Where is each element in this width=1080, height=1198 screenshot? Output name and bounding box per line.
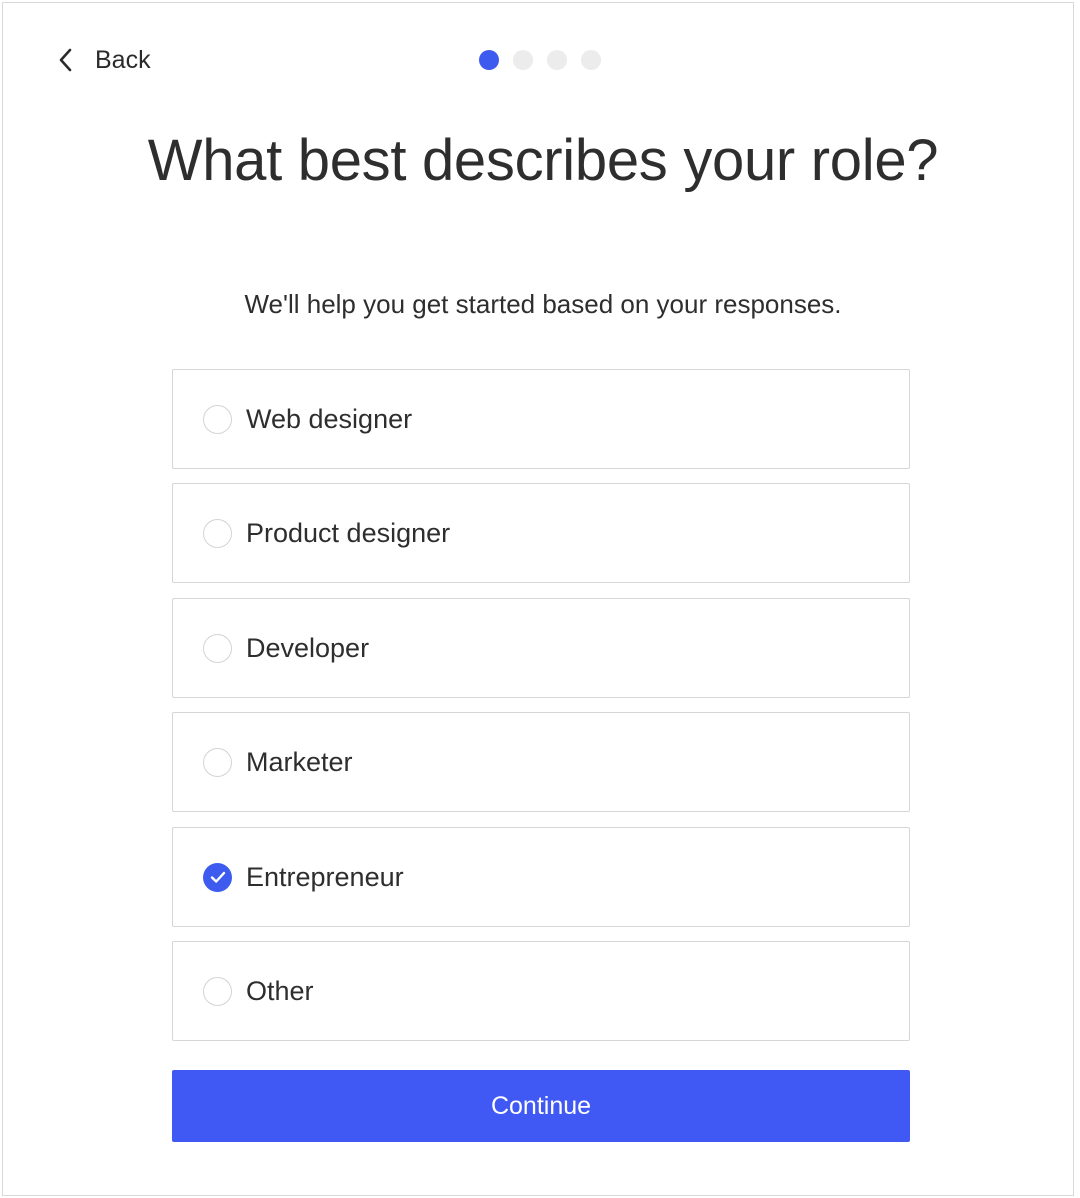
step-dot-4 <box>581 50 601 70</box>
back-label: Back <box>95 45 151 74</box>
back-button[interactable]: Back <box>55 41 151 79</box>
role-option-product-designer[interactable]: Product designer <box>172 483 910 583</box>
radio-icon[interactable] <box>203 747 232 777</box>
page-subtitle: We'll help you get started based on your… <box>244 289 842 319</box>
continue-button[interactable]: Continue <box>172 1070 910 1142</box>
radio-icon[interactable] <box>203 518 232 548</box>
step-dot-2 <box>513 50 533 70</box>
role-option-other[interactable]: Other <box>172 941 910 1041</box>
role-option-entrepreneur[interactable]: Entrepreneur <box>172 827 910 927</box>
step-dot-3 <box>547 50 567 70</box>
chevron-left-icon <box>55 47 77 73</box>
role-option-web-designer[interactable]: Web designer <box>172 369 910 469</box>
role-option-marketer[interactable]: Marketer <box>172 712 910 812</box>
role-option-label: Developer <box>246 632 370 663</box>
radio-icon[interactable] <box>203 404 232 434</box>
role-option-label: Product designer <box>246 517 451 548</box>
role-option-label: Web designer <box>246 403 413 434</box>
step-indicator <box>479 50 601 70</box>
role-option-label: Entrepreneur <box>246 861 404 892</box>
radio-icon[interactable] <box>203 633 232 663</box>
radio-checked-icon[interactable] <box>203 862 232 892</box>
role-option-label: Other <box>246 975 314 1006</box>
role-option-developer[interactable]: Developer <box>172 598 910 698</box>
step-dot-1 <box>479 50 499 70</box>
radio-icon[interactable] <box>203 976 232 1006</box>
onboarding-window: Back What best describes your role? We'l… <box>2 2 1074 1196</box>
page-title: What best describes your role? <box>147 128 939 193</box>
role-option-label: Marketer <box>246 746 353 777</box>
checkmark-icon <box>210 871 225 883</box>
